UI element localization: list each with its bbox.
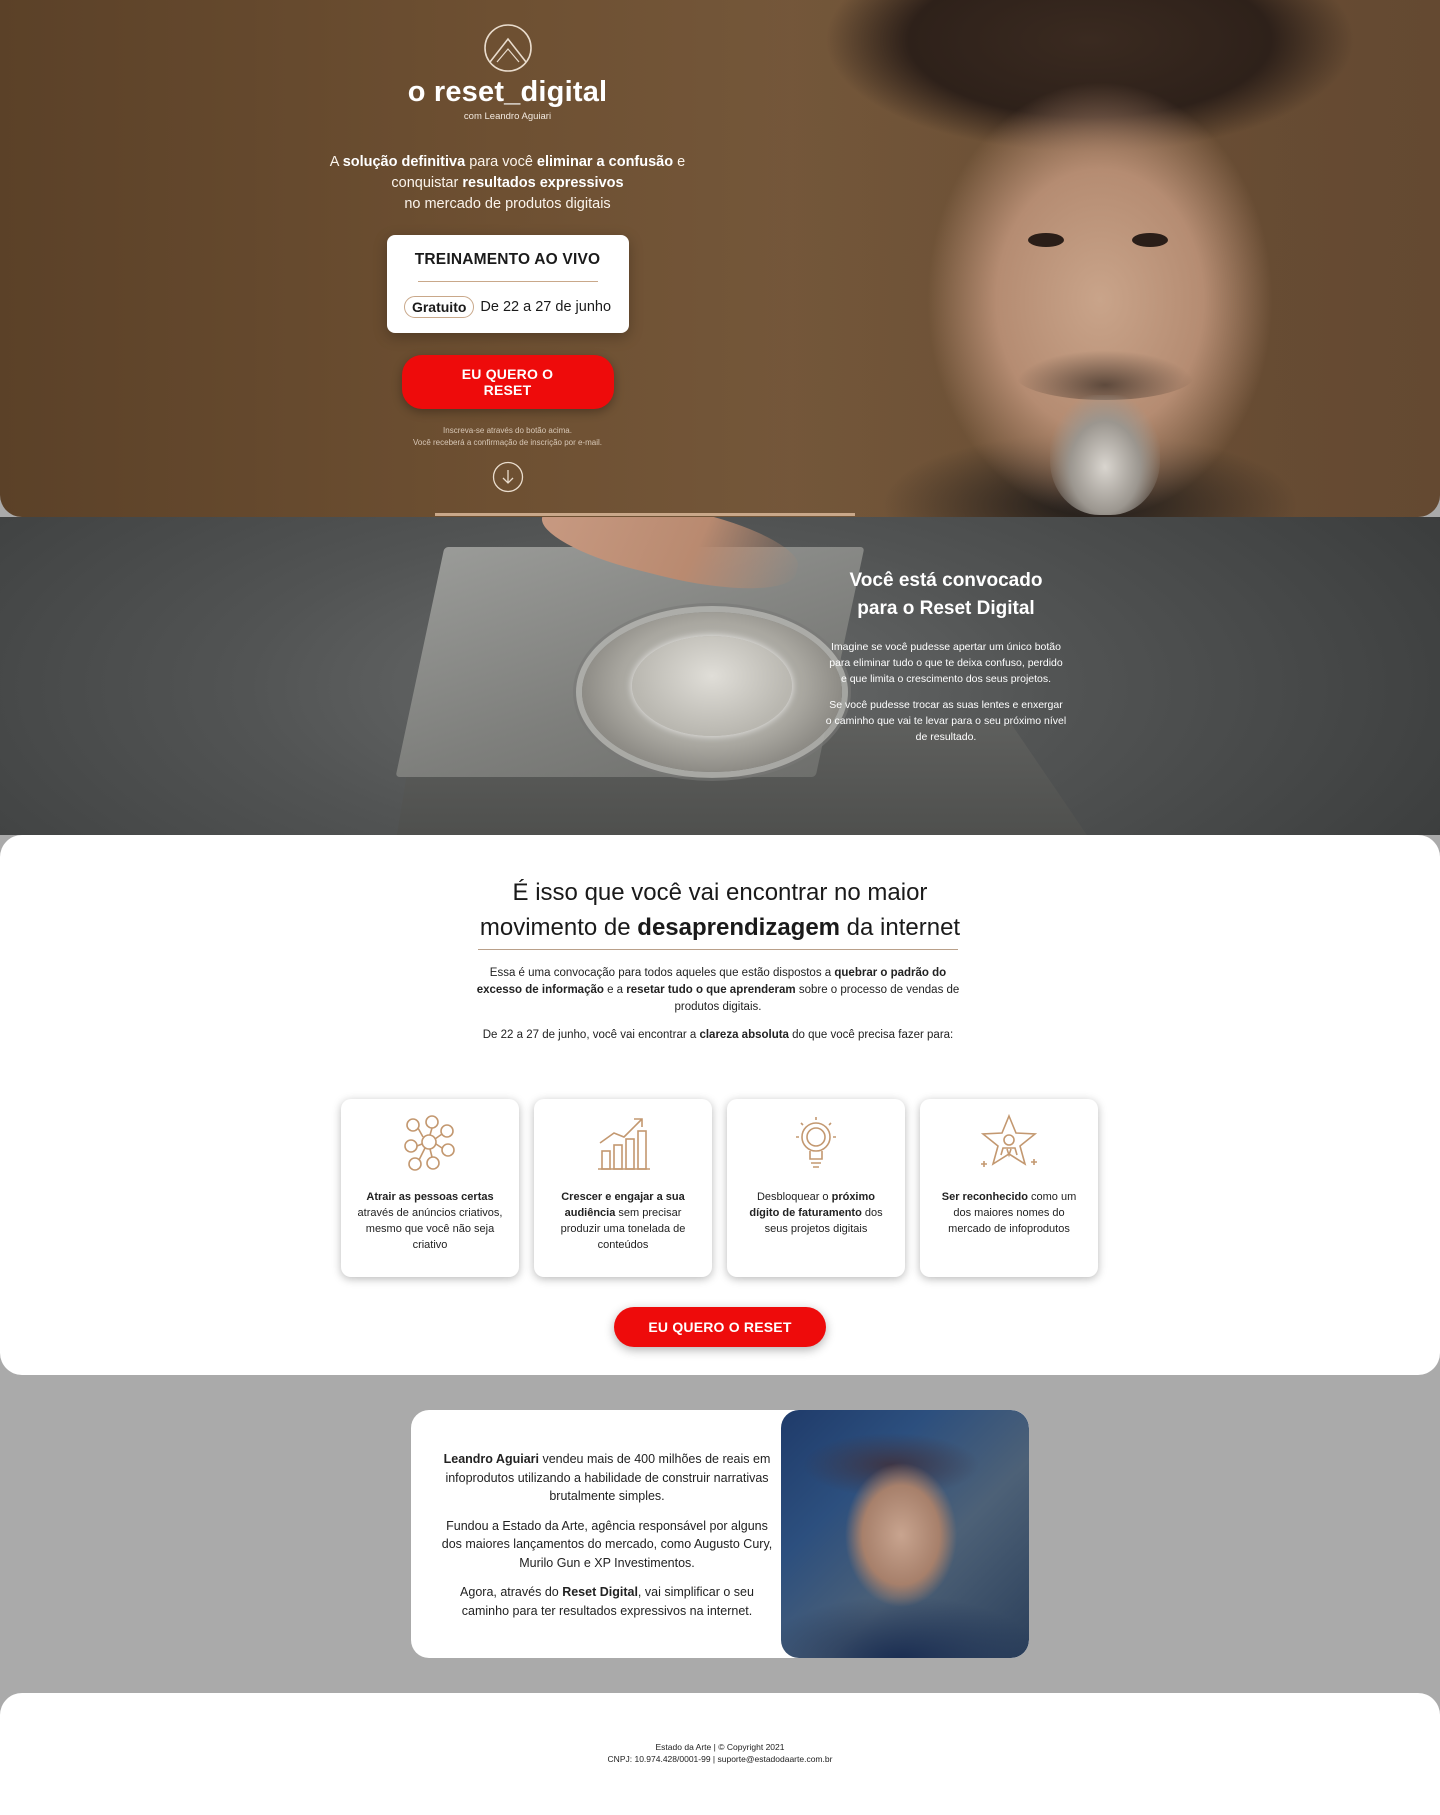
benefit-text: Atrair as pessoas certas através de anún…	[357, 1191, 503, 1251]
lightbulb-icon	[796, 1117, 836, 1168]
movimento-paragraph-1: Essa é uma convocação para todos aqueles…	[476, 967, 960, 1013]
benefit-text: Desbloquear o próximo dígito de faturame…	[749, 1191, 883, 1235]
movimento-cta-button[interactable]: EU QUERO O RESET	[614, 1307, 826, 1347]
footer-company-info: CNPJ: 10.974.428/0001-99 | suporte@estad…	[607, 1754, 833, 1764]
convocado-section: Você está convocado para o Reset Digital…	[0, 517, 1440, 835]
hero-signup-note: Inscreva-se através do botão acima. Você…	[413, 426, 602, 447]
movimento-title: É isso que você vai encontrar no maior m…	[479, 879, 961, 941]
convocado-paragraph-1: Imagine se você pudesse apertar um único…	[829, 641, 1063, 685]
footer-copyright: Estado da Arte | © Copyright 2021	[655, 1742, 785, 1752]
bio-card: Leandro Aguiari vendeu mais de 400 milhõ…	[411, 1410, 1029, 1658]
hero-cta-button[interactable]: EU QUERO O RESET	[401, 355, 614, 409]
benefit-card-grow: Crescer e engajar a sua audiência sem pr…	[534, 1099, 712, 1277]
reset-button-illustration	[582, 612, 842, 772]
hero-lead-text: A solução definitiva para você eliminar …	[329, 154, 686, 212]
reset-logo-icon	[483, 24, 532, 72]
benefit-text: Crescer e engajar a sua audiência sem pr…	[560, 1191, 686, 1251]
bio-paragraph-2: Fundou a Estado da Arte, agência respons…	[441, 1518, 773, 1570]
star-person-icon	[980, 1113, 1038, 1167]
live-training-title: TREINAMENTO AO VIVO	[414, 251, 601, 268]
movimento-divider	[478, 949, 958, 950]
hero-divider-line	[435, 513, 855, 516]
people-network-icon	[404, 1115, 455, 1171]
movimento-paragraph-2: De 22 a 27 de junho, você vai encontrar …	[482, 1029, 954, 1041]
benefit-card-unlock: Desbloquear o próximo dígito de faturame…	[727, 1099, 905, 1277]
convocado-text: Você está convocado para o Reset Digital…	[825, 567, 1067, 745]
bio-paragraph-1: Leandro Aguiari vendeu mais de 400 milhõ…	[443, 1452, 771, 1503]
bio-portrait-photo	[781, 1410, 1029, 1658]
footer: Estado da Arte | © Copyright 2021 CNPJ: …	[0, 1693, 1440, 1815]
arrow-down-icon[interactable]	[492, 461, 524, 493]
brand-subtitle: com Leandro Aguiari	[463, 111, 552, 122]
hero-section: o reset_digital com Leandro Aguiari A so…	[0, 0, 1440, 517]
free-badge: Gratuito	[403, 296, 475, 318]
card-divider	[417, 281, 598, 282]
live-training-card: TREINAMENTO AO VIVO Gratuito De 22 a 27 …	[386, 235, 629, 333]
convocado-title: Você está convocado para o Reset Digital	[849, 570, 1043, 619]
bio-text: Leandro Aguiari vendeu mais de 400 milhõ…	[437, 1450, 777, 1620]
benefit-cards: Atrair as pessoas certas através de anún…	[341, 1099, 1099, 1277]
growth-chart-icon	[598, 1118, 650, 1170]
training-dates: De 22 a 27 de junho	[480, 299, 612, 315]
benefit-card-attract: Atrair as pessoas certas através de anún…	[341, 1099, 519, 1277]
movimento-section: É isso que você vai encontrar no maior m…	[0, 835, 1440, 1375]
benefit-card-recognition: Ser reconhecido como um dos maiores nome…	[920, 1099, 1098, 1277]
hero-portrait-photo	[760, 0, 1440, 517]
hero-content: o reset_digital com Leandro Aguiari A so…	[310, 22, 705, 493]
bio-paragraph-3: Agora, através do Reset Digital, vai sim…	[460, 1585, 754, 1618]
benefit-text: Ser reconhecido como um dos maiores nome…	[941, 1191, 1077, 1235]
brand-name: o reset_digital	[407, 76, 608, 108]
convocado-paragraph-2: Se você pudesse trocar as suas lentes e …	[825, 699, 1067, 743]
